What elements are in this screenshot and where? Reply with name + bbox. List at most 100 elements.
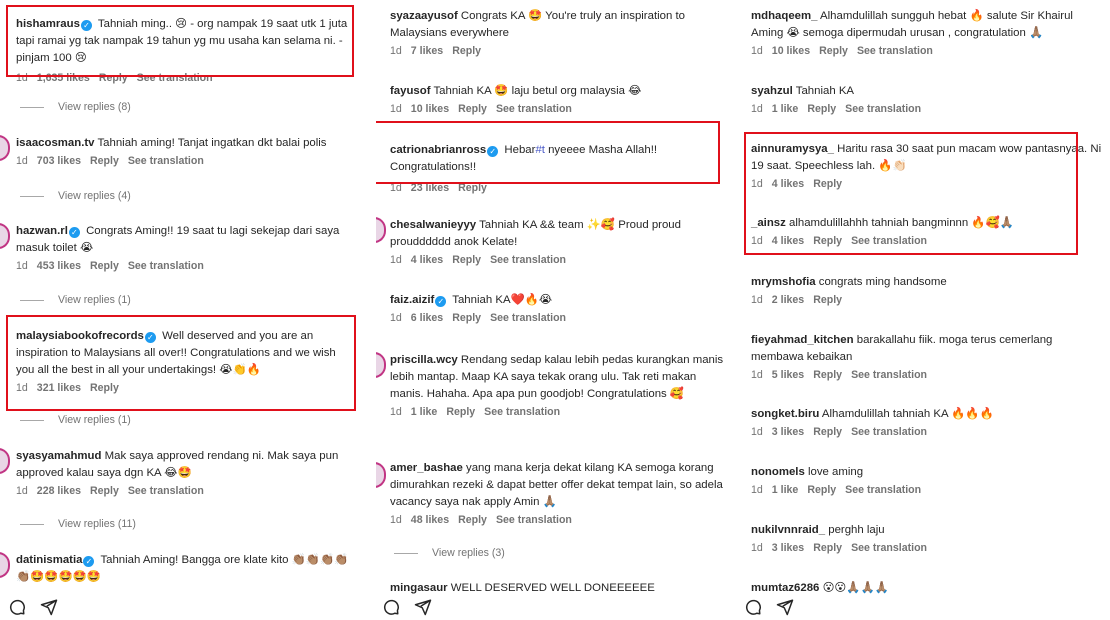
comment-time: 1d [751, 103, 763, 115]
avatar[interactable] [0, 448, 10, 474]
comment-likes[interactable]: 1 like [772, 484, 799, 496]
comment: nukilvnnraid_ perghh laju 1d 3 likes Reply… [751, 522, 1110, 554]
comment-username[interactable]: amer_bashae [390, 462, 463, 474]
comment-icon[interactable] [744, 598, 762, 616]
avatar[interactable] [376, 352, 386, 378]
reply-button[interactable]: Reply [90, 155, 119, 167]
comment: songket.biru Alhamdulillah tahniah KA 🔥🔥… [751, 406, 1110, 438]
comment-time: 1d [751, 484, 763, 496]
comment-username[interactable]: nonomels [751, 466, 805, 478]
see-translation-button[interactable]: See translation [496, 103, 572, 115]
see-translation-button[interactable]: See translation [845, 103, 921, 115]
view-replies-button[interactable]: View replies (4) [20, 190, 131, 202]
verified-badge-icon: ✓ [435, 296, 447, 307]
reply-button[interactable]: Reply [819, 45, 848, 57]
see-translation-button[interactable]: See translation [496, 514, 572, 526]
see-translation-button[interactable]: See translation [128, 485, 204, 497]
reply-button[interactable]: Reply [90, 260, 119, 272]
comment-username[interactable]: mrymshofia [751, 276, 816, 288]
comment-username[interactable]: syasyamahmud [16, 450, 101, 462]
comment-text: Tahniah KA 🤩 laju betul org malaysia 😂 [433, 85, 642, 97]
view-replies-button[interactable]: View replies (8) [20, 101, 131, 113]
share-icon[interactable] [40, 598, 58, 616]
comment: syasyamahmud Mak saya approved rendang n… [16, 448, 362, 497]
reply-button[interactable]: Reply [807, 103, 836, 115]
comment-username[interactable]: fayusof [390, 85, 431, 97]
comment-username[interactable]: syahzul [751, 85, 793, 97]
comment-likes[interactable]: 228 likes [37, 485, 81, 497]
comment-username[interactable]: mingasaur [390, 582, 448, 594]
comment-username[interactable]: nukilvnnraid_ [751, 524, 825, 536]
comment-icon[interactable] [8, 598, 26, 616]
highlight-box [744, 132, 1078, 255]
comment-likes[interactable]: 6 likes [411, 312, 443, 324]
reply-button[interactable]: Reply [458, 514, 487, 526]
comment: mrymshofia congrats ming handsome 1d 2 li… [751, 274, 1110, 306]
comment-icon[interactable] [382, 598, 400, 616]
comment-username[interactable]: syazaayusof [390, 10, 458, 22]
comment-likes[interactable]: 4 likes [411, 254, 443, 266]
reply-button[interactable]: Reply [90, 485, 119, 497]
comment-likes[interactable]: 10 likes [772, 45, 810, 57]
highlight-box [6, 5, 354, 77]
comment-username[interactable]: isaacosman.tv [16, 137, 95, 149]
comment-likes[interactable]: 453 likes [37, 260, 81, 272]
comment-likes[interactable]: 2 likes [772, 294, 804, 306]
reply-button[interactable]: Reply [813, 369, 842, 381]
comment-text: WELL DESERVED WELL DONEEEEEE [450, 582, 655, 594]
comment-likes[interactable]: 10 likes [411, 103, 449, 115]
share-icon[interactable] [776, 598, 794, 616]
reply-button[interactable]: Reply [452, 45, 481, 57]
comment-likes[interactable]: 1 like [411, 406, 438, 418]
avatar[interactable] [0, 135, 10, 161]
comment-likes[interactable]: 7 likes [411, 45, 443, 57]
see-translation-button[interactable]: See translation [851, 542, 927, 554]
avatar[interactable] [376, 217, 386, 243]
reply-button[interactable]: Reply [813, 542, 842, 554]
comment-username[interactable]: priscilla.wcy [390, 354, 458, 366]
comment-likes[interactable]: 5 likes [772, 369, 804, 381]
reply-button[interactable]: Reply [807, 484, 836, 496]
reply-button[interactable]: Reply [452, 254, 481, 266]
see-translation-button[interactable]: See translation [857, 45, 933, 57]
comment-username[interactable]: fieyahmad_kitchen [751, 334, 854, 346]
reply-button[interactable]: Reply [446, 406, 475, 418]
comment-likes[interactable]: 48 likes [411, 514, 449, 526]
view-replies-button[interactable]: View replies (1) [20, 294, 131, 306]
reply-button[interactable]: Reply [813, 294, 842, 306]
comment-likes[interactable]: 3 likes [772, 426, 804, 438]
comment-username[interactable]: datinismatia [16, 554, 82, 566]
see-translation-button[interactable]: See translation [128, 155, 204, 167]
comment-username[interactable]: faiz.aizif [390, 294, 434, 306]
comment-username[interactable]: mdhaqeem_ [751, 10, 817, 22]
comment: datinismatia ✓ Tahniah Aming! Bangga ore … [16, 552, 362, 586]
comment-time: 1d [751, 542, 763, 554]
see-translation-button[interactable]: See translation [851, 369, 927, 381]
comment-likes[interactable]: 1 like [772, 103, 799, 115]
comment-username[interactable]: chesalwanieyyy [390, 219, 476, 231]
see-translation-button[interactable]: See translation [490, 254, 566, 266]
comment-username[interactable]: mumtaz6286 [751, 582, 819, 594]
see-translation-button[interactable]: See translation [845, 484, 921, 496]
see-translation-button[interactable]: See translation [851, 426, 927, 438]
avatar[interactable] [0, 223, 10, 249]
see-translation-button[interactable]: See translation [128, 260, 204, 272]
comment: isaacosman.tv Tahniah aming! Tanjat inga… [16, 135, 362, 167]
reply-button[interactable]: Reply [813, 426, 842, 438]
avatar[interactable] [376, 462, 386, 488]
view-replies-button[interactable]: View replies (11) [20, 518, 136, 530]
see-translation-button[interactable]: See translation [484, 406, 560, 418]
view-replies-button[interactable]: View replies (1) [20, 414, 131, 426]
comment-time: 1d [16, 260, 28, 272]
avatar[interactable] [0, 552, 10, 578]
comment-likes[interactable]: 3 likes [772, 542, 804, 554]
reply-button[interactable]: Reply [458, 103, 487, 115]
reply-button[interactable]: Reply [452, 312, 481, 324]
comment-username[interactable]: songket.biru [751, 408, 819, 420]
comment-username[interactable]: hazwan.rl [16, 225, 68, 237]
comment-likes[interactable]: 703 likes [37, 155, 81, 167]
view-replies-button[interactable]: View replies (3) [394, 547, 505, 559]
see-translation-button[interactable]: See translation [490, 312, 566, 324]
comment-time: 1d [751, 426, 763, 438]
share-icon[interactable] [414, 598, 432, 616]
